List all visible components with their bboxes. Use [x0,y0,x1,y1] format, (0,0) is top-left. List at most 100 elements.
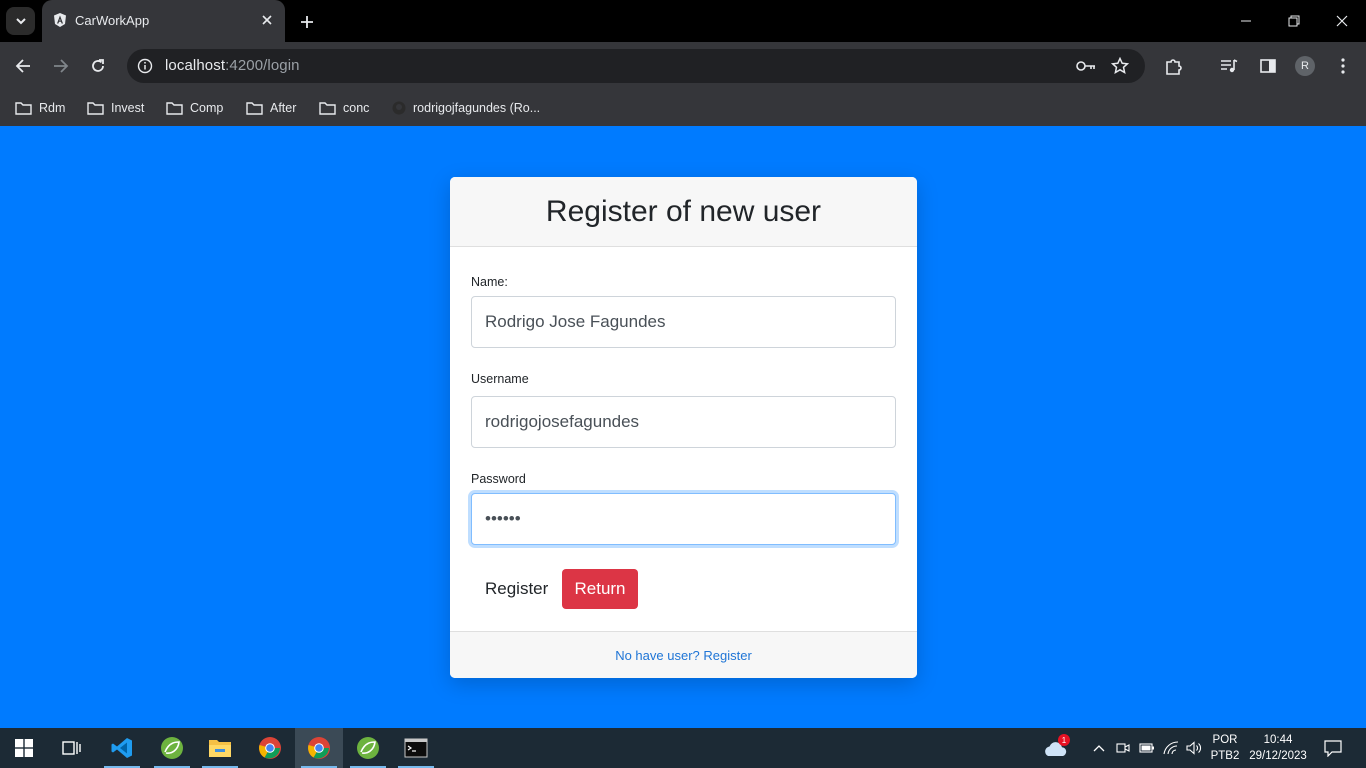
folder-icon [246,102,263,115]
extensions-icon[interactable] [1162,55,1184,77]
task-view-icon [62,741,81,755]
side-panel-icon[interactable] [1257,55,1279,77]
forward-button[interactable] [46,51,76,81]
language-indicator[interactable]: POR PTB2 [1206,732,1244,764]
arrow-left-icon [15,59,30,73]
spring-tool-taskbar-2[interactable] [344,728,392,768]
clock-time: 10:44 [1263,734,1293,746]
card-header: Register of new user [450,177,917,247]
tab-search-button[interactable] [6,7,35,35]
bookmark-label: rodrigojfagundes (Ro... [413,101,541,115]
wifi-icon[interactable] [1161,738,1181,758]
notification-center-button[interactable] [1323,738,1343,758]
spring-tool-taskbar[interactable] [148,728,196,768]
terminal-icon [404,738,428,758]
password-label: Password [471,472,526,486]
chevron-up-icon [1093,745,1105,752]
bookmark-label: Comp [190,101,224,115]
reload-icon [92,59,104,72]
folder-icon [87,102,104,115]
profile-avatar[interactable]: R [1295,56,1315,76]
bookmark-folder-after[interactable]: After [246,97,296,119]
keyboard-layout: PTB2 [1210,750,1240,762]
back-button[interactable] [8,51,38,81]
chrome-icon [259,737,281,759]
close-icon [262,15,272,25]
folder-icon [166,102,183,115]
register-button[interactable]: Register [471,569,562,609]
windows-start-icon [15,739,33,757]
password-field[interactable]: •••••• [471,493,896,545]
clock-date: 29/12/2023 [1249,750,1307,762]
username-field[interactable]: rodrigojosefagundes [471,396,896,448]
bookmark-folder-rdm[interactable]: Rdm [15,97,65,119]
spring-tool-icon [161,737,183,759]
folder-icon [15,102,32,115]
battery-icon[interactable] [1137,738,1157,758]
clock[interactable]: 10:44 29/12/2023 [1246,732,1310,764]
close-icon [1336,15,1348,27]
arrow-right-icon [54,59,69,73]
close-window-button[interactable] [1326,6,1358,36]
vscode-taskbar[interactable] [98,728,146,768]
register-card: Register of new user Name: Rodrigo Jose … [450,177,917,678]
name-field[interactable]: Rodrigo Jose Fagundes [471,296,896,348]
folder-icon [319,102,336,115]
url-path: :4200/login [225,57,300,74]
weather-widget[interactable]: 1 [1042,734,1070,760]
register-link[interactable]: No have user? Register [615,648,752,663]
menu-kebab-icon[interactable] [1332,55,1354,77]
bookmark-folder-invest[interactable]: Invest [87,97,144,119]
minimize-button[interactable] [1230,6,1262,36]
bookmark-label: Invest [111,101,145,115]
bookmark-label: Rdm [39,101,66,115]
bookmark-star-icon[interactable] [1109,56,1131,76]
page-title: Register of new user [545,194,822,228]
weather-badge: 1 [1058,734,1070,746]
chevron-down-icon [15,18,26,25]
password-key-icon[interactable] [1075,57,1097,75]
bookmark-folder-comp[interactable]: Comp [166,97,223,119]
card-footer: No have user? Register [450,631,917,678]
bookmark-github[interactable]: rodrigojfagundes (Ro... [392,97,540,119]
reload-button[interactable] [83,51,113,81]
return-button[interactable]: Return [562,569,638,609]
file-explorer-taskbar[interactable] [196,728,244,768]
tab-strip: CarWorkApp [0,0,1366,42]
vscode-icon [111,738,132,758]
github-icon [392,101,406,115]
file-explorer-icon [209,740,231,757]
bookmarks-bar: Rdm Invest Comp After conc rodrigojfagun… [0,90,1366,126]
tab-close-button[interactable] [258,11,276,29]
terminal-taskbar[interactable] [392,728,440,768]
chrome-taskbar[interactable] [246,728,294,768]
chrome-active-taskbar[interactable] [295,728,343,768]
name-label: Name: [471,275,508,289]
site-info-icon[interactable] [135,56,155,76]
address-bar[interactable]: localhost:4200/login [127,49,1145,83]
minimize-icon [1241,20,1251,22]
volume-icon[interactable] [1184,738,1204,758]
browser-tab[interactable]: CarWorkApp [42,0,285,42]
plus-icon [301,16,313,28]
angular-icon [54,13,66,27]
username-label: Username [471,372,529,386]
notification-icon [1324,739,1342,757]
spring-tool-icon [357,737,379,759]
start-button[interactable] [0,728,48,768]
bookmark-folder-conc[interactable]: conc [319,97,369,119]
media-control-icon[interactable] [1218,55,1240,77]
task-view-button[interactable] [48,728,96,768]
camera-tray-icon[interactable] [1113,738,1133,758]
restore-icon [1288,15,1300,27]
bookmark-label: After [270,101,297,115]
show-hidden-icons-button[interactable] [1089,738,1109,758]
new-tab-button[interactable] [296,11,318,33]
browser-toolbar: localhost:4200/login R [0,42,1366,90]
chrome-icon [308,737,330,759]
url-host: localhost [165,57,226,74]
taskbar: 1 POR PTB2 10:44 29/12/2023 [0,728,1366,768]
restore-button[interactable] [1278,6,1310,36]
url-text[interactable]: localhost:4200/login [165,57,300,74]
tab-title: CarWorkApp [75,13,150,28]
